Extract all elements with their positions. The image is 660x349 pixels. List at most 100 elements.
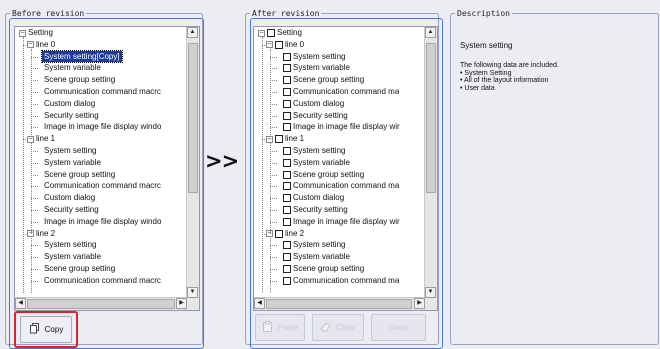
clear-button[interactable]: Clear: [312, 314, 364, 341]
tree-item-security-setting[interactable]: Security setting: [254, 204, 425, 216]
tree-item-line-2[interactable]: − line 2: [15, 228, 187, 240]
after-horizontal-scroll-thumb[interactable]: [266, 299, 412, 309]
tree-item-system-setting[interactable]: System setting: [15, 145, 187, 157]
tree-item-scene-group-setting[interactable]: Scene group setting: [15, 74, 187, 86]
tree-item-custom-dialog[interactable]: Custom dialog: [254, 192, 425, 204]
checkbox-icon[interactable]: [283, 123, 291, 132]
after-vertical-scroll-thumb[interactable]: [426, 43, 436, 193]
checkbox-icon[interactable]: [283, 241, 291, 250]
checkbox-icon[interactable]: [283, 264, 291, 273]
checkbox-icon[interactable]: [283, 99, 291, 108]
checkbox-icon[interactable]: [283, 87, 291, 96]
tree-item-system-variable[interactable]: System variable: [15, 62, 187, 74]
tree-expander-icon[interactable]: −: [27, 41, 34, 49]
checkbox-icon[interactable]: [283, 182, 291, 191]
tree-item-image-in-image-file-display-wir[interactable]: Image in image file display wir: [254, 121, 425, 133]
tree-connector: [31, 80, 38, 82]
tree-item-communication-command-macrc[interactable]: Communication command macrc: [15, 180, 187, 192]
tree-item-system-variable[interactable]: System variable: [254, 62, 425, 74]
before-horizontal-scrollbar[interactable]: ◀ ▶: [15, 297, 187, 310]
tree-item-image-in-image-file-display-windo[interactable]: Image in image file display windo: [15, 216, 187, 228]
tree-item-system-setting[interactable]: System setting: [15, 239, 187, 251]
checkbox-icon[interactable]: [283, 52, 291, 61]
tree-item-system-setting[interactable]: System setting: [254, 145, 425, 157]
tree-item-label: System setting[Copy]: [41, 49, 123, 64]
scroll-right-icon[interactable]: ▶: [176, 298, 187, 309]
undo-button[interactable]: Undo: [371, 314, 426, 341]
checkbox-icon[interactable]: [283, 205, 291, 214]
tree-item-scene-group-setting[interactable]: Scene group setting: [15, 169, 187, 181]
tree-expander-icon[interactable]: −: [19, 29, 26, 37]
tree-item-communication-command-macrc[interactable]: Communication command macrc: [15, 275, 187, 287]
scroll-left-icon[interactable]: ◀: [254, 298, 265, 309]
checkbox-icon[interactable]: [283, 276, 291, 285]
tree-item-communication-command-ma[interactable]: Communication command ma: [254, 86, 425, 98]
checkbox-icon[interactable]: [283, 194, 291, 203]
tree-connector: [270, 268, 277, 270]
tree-item-communication-command-ma[interactable]: Communication command ma: [254, 180, 425, 192]
tree-item-line-0[interactable]: − line 0: [254, 39, 425, 51]
before-horizontal-scroll-thumb[interactable]: [27, 299, 175, 309]
tree-item-system-setting-copy[interactable]: System setting[Copy]: [15, 49, 187, 64]
checkbox-icon[interactable]: [267, 29, 275, 37]
tree-item-label: Scene group setting: [293, 169, 365, 179]
tree-item-line-2[interactable]: − line 2: [254, 228, 425, 240]
tree-item-system-variable[interactable]: System variable: [15, 157, 187, 169]
scroll-up-icon[interactable]: ▲: [187, 27, 198, 38]
tree-item-system-variable[interactable]: System variable: [254, 251, 425, 263]
tree-item-image-in-image-file-display-windo[interactable]: Image in image file display windo: [15, 121, 187, 133]
scroll-right-icon[interactable]: ▶: [414, 298, 425, 309]
tree-item-security-setting[interactable]: Security setting: [15, 204, 187, 216]
checkbox-icon[interactable]: [283, 64, 291, 73]
checkbox-icon[interactable]: [283, 111, 291, 120]
checkbox-icon[interactable]: [283, 158, 291, 167]
tree-connector: [31, 237, 32, 293]
tree-item-communication-command-ma[interactable]: Communication command ma: [254, 275, 425, 287]
tree-item-line-1[interactable]: − line 1: [15, 133, 187, 145]
tree-item-security-setting[interactable]: Security setting: [15, 110, 187, 122]
checkbox-icon[interactable]: [275, 40, 283, 49]
checkbox-icon[interactable]: [283, 146, 291, 155]
tree-item-scene-group-setting[interactable]: Scene group setting: [254, 263, 425, 275]
scroll-up-icon[interactable]: ▲: [425, 27, 436, 38]
scroll-left-icon[interactable]: ◀: [15, 298, 26, 309]
tree-item-scene-group-setting[interactable]: Scene group setting: [254, 169, 425, 181]
tree-connector: [270, 237, 271, 293]
tree-item-label: Communication command ma: [293, 181, 400, 191]
tree-item-scene-group-setting[interactable]: Scene group setting: [254, 74, 425, 86]
tree-item-setting[interactable]: − Setting: [15, 27, 187, 39]
scroll-down-icon[interactable]: ▼: [187, 287, 198, 298]
tree-expander-icon[interactable]: −: [266, 41, 273, 49]
tree-item-communication-command-macrc[interactable]: Communication command macrc: [15, 86, 187, 98]
checkbox-icon[interactable]: [275, 229, 283, 238]
tree-item-custom-dialog[interactable]: Custom dialog: [15, 192, 187, 204]
tree-item-line-1[interactable]: − line 1: [254, 133, 425, 145]
tree-item-image-in-image-file-display-wir[interactable]: Image in image file display wir: [254, 216, 425, 228]
tree-connector: [31, 91, 38, 93]
tree-item-security-setting[interactable]: Security setting: [254, 110, 425, 122]
after-horizontal-scrollbar[interactable]: ◀ ▶: [254, 297, 425, 310]
before-vertical-scrollbar[interactable]: ▲ ▼: [186, 27, 199, 298]
checkbox-icon[interactable]: [283, 76, 291, 85]
before-vertical-scroll-thumb[interactable]: [188, 43, 198, 193]
tree-item-label: line 0: [285, 39, 305, 49]
tree-item-system-variable[interactable]: System variable: [254, 157, 425, 169]
checkbox-icon[interactable]: [283, 217, 291, 226]
tree-expander-icon[interactable]: −: [258, 29, 265, 37]
tree-item-system-variable[interactable]: System variable: [15, 251, 187, 263]
tree-item-scene-group-setting[interactable]: Scene group setting: [15, 263, 187, 275]
scroll-down-icon[interactable]: ▼: [425, 287, 436, 298]
paste-button[interactable]: Paste: [255, 314, 305, 341]
tree-item-system-setting[interactable]: System setting: [254, 239, 425, 251]
tree-connector: [31, 221, 38, 223]
tree-item-line-0[interactable]: − line 0: [15, 39, 187, 51]
tree-item-custom-dialog[interactable]: Custom dialog: [254, 98, 425, 110]
checkbox-icon[interactable]: [283, 170, 291, 179]
tree-item-setting[interactable]: − Setting: [254, 27, 425, 39]
tree-item-system-setting[interactable]: System setting: [254, 51, 425, 63]
after-vertical-scrollbar[interactable]: ▲ ▼: [424, 27, 437, 298]
tree-item-label: System variable: [293, 157, 350, 167]
tree-item-custom-dialog[interactable]: Custom dialog: [15, 98, 187, 110]
checkbox-icon[interactable]: [275, 135, 283, 144]
checkbox-icon[interactable]: [283, 253, 291, 262]
